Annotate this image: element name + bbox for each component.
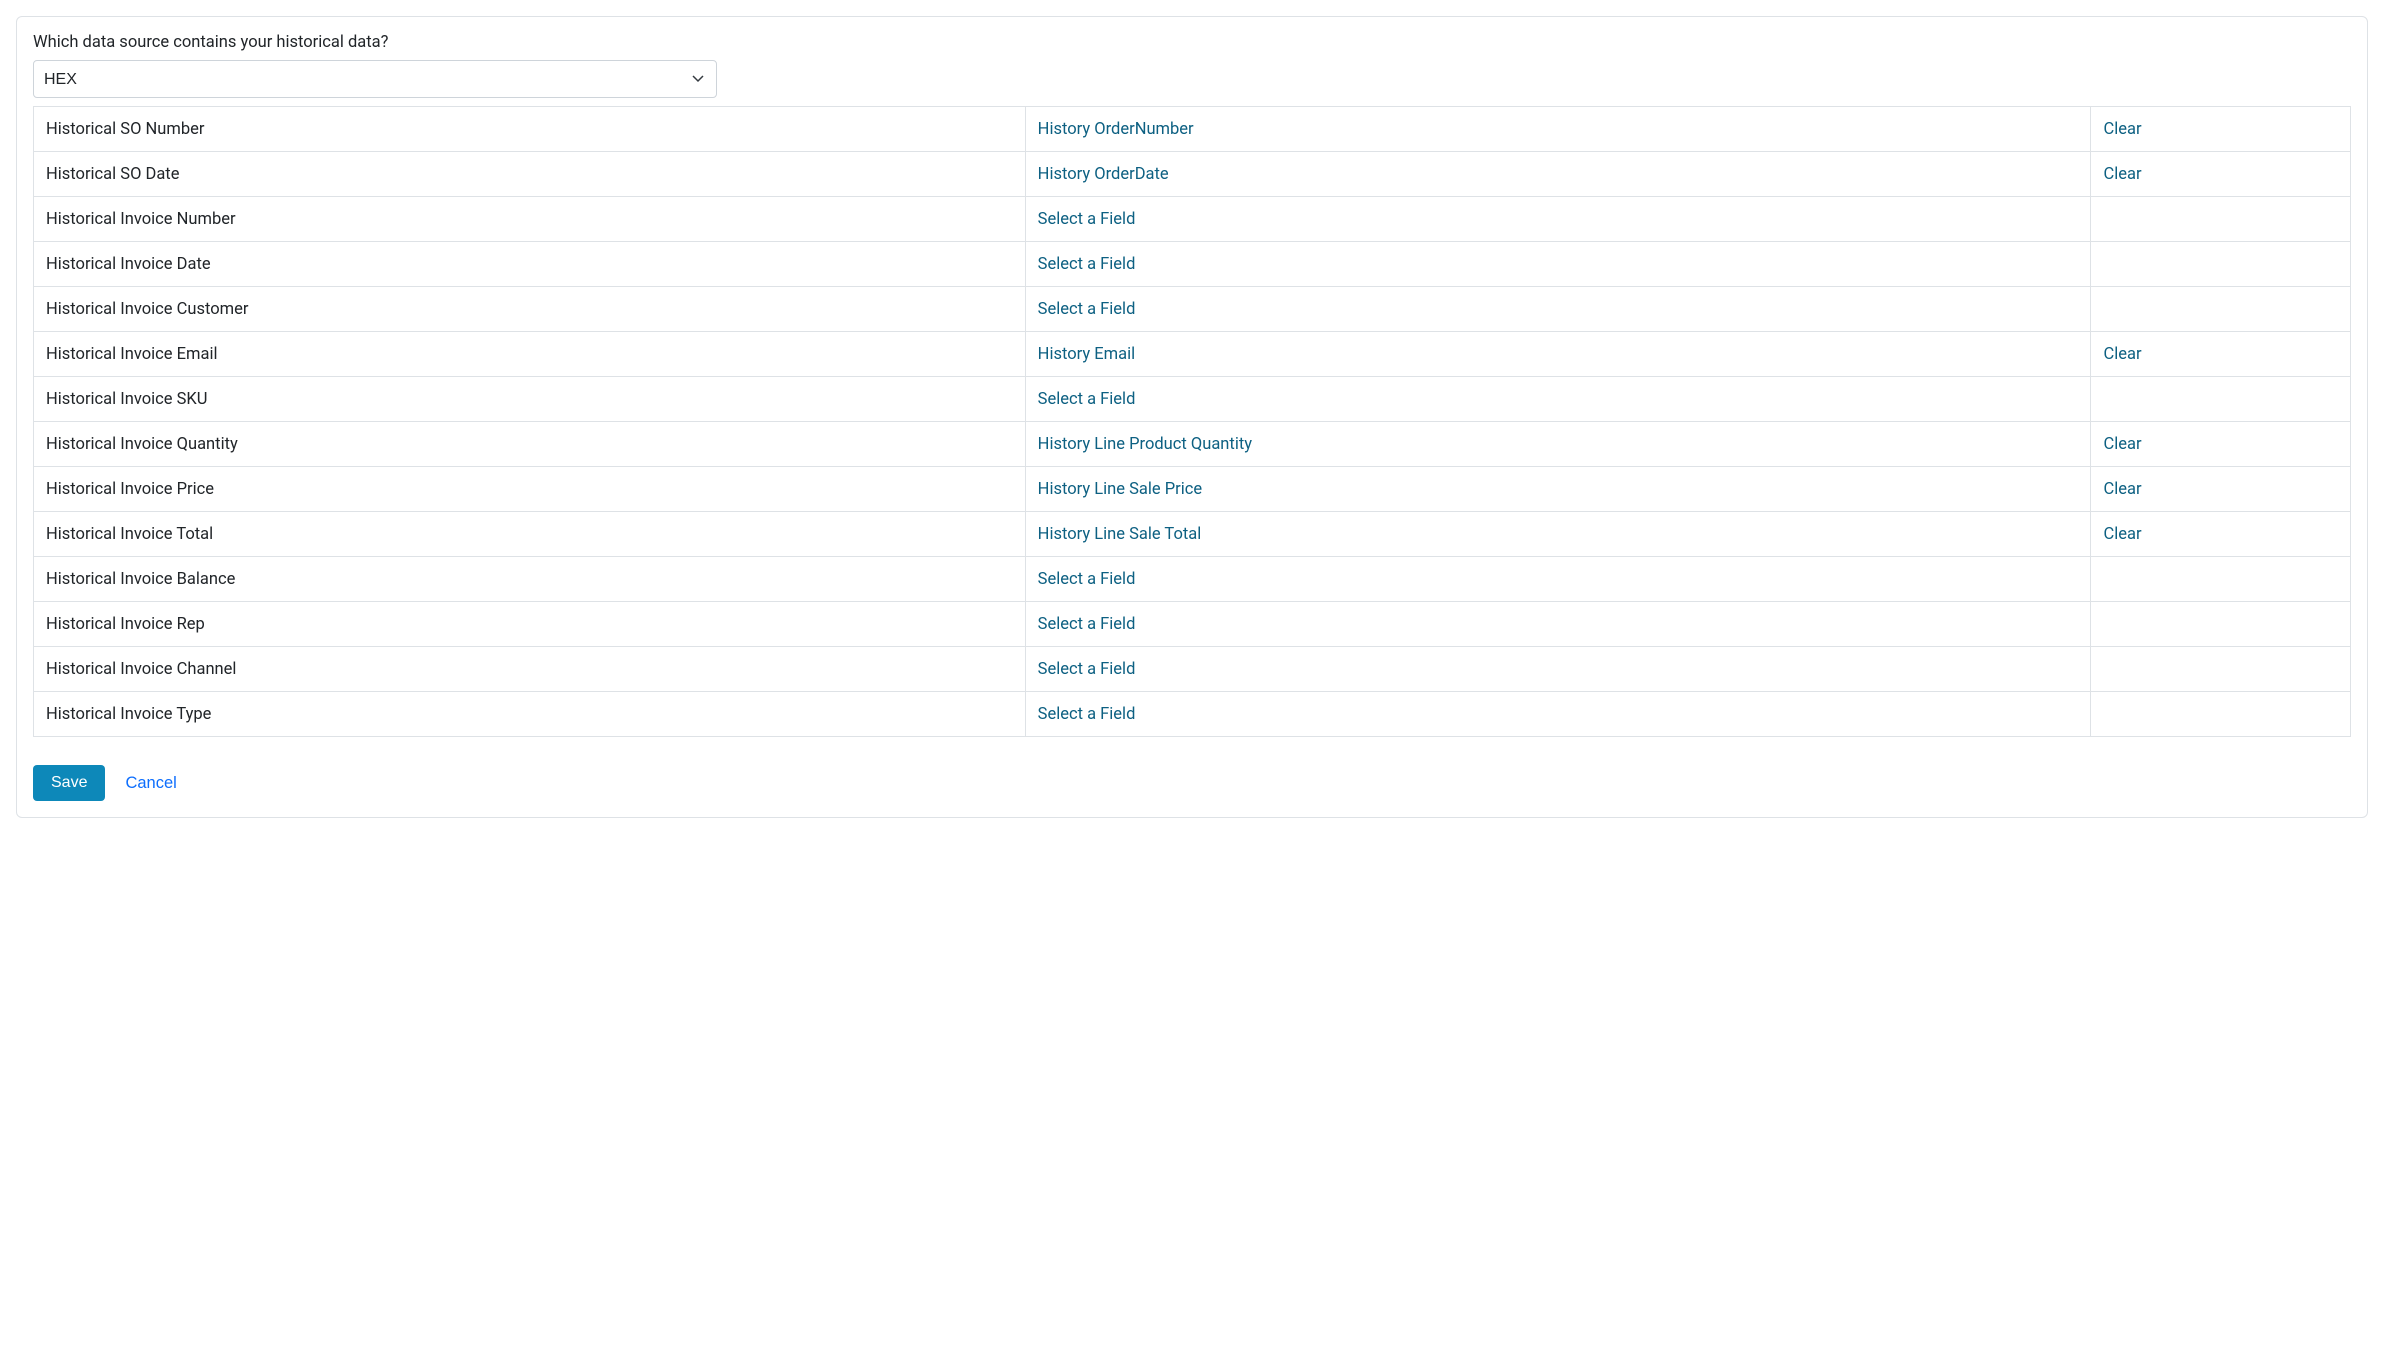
table-row: Historical Invoice Type Select a Field — [34, 692, 2351, 737]
field-label: Historical SO Number — [34, 107, 1026, 152]
field-select-link[interactable]: History Line Sale Total — [1038, 525, 1202, 544]
field-select-link[interactable]: History Email — [1038, 345, 1135, 364]
table-row: Historical Invoice SKU Select a Field — [34, 377, 2351, 422]
clear-link[interactable]: Clear — [2103, 435, 2141, 454]
clear-cell: Clear — [2091, 512, 2351, 557]
field-value-cell: Select a Field — [1025, 602, 2091, 647]
field-select-link[interactable]: History Line Product Quantity — [1038, 435, 1252, 454]
table-row: Historical Invoice Number Select a Field — [34, 197, 2351, 242]
table-row: Historical Invoice Balance Select a Field — [34, 557, 2351, 602]
field-select-link[interactable]: Select a Field — [1038, 390, 1136, 409]
clear-link[interactable]: Clear — [2103, 480, 2141, 499]
field-select-link[interactable]: History Line Sale Price — [1038, 480, 1202, 499]
field-label: Historical Invoice Rep — [34, 602, 1026, 647]
field-select-link[interactable]: Select a Field — [1038, 660, 1136, 679]
table-row: Historical SO Number History OrderNumber C… — [34, 107, 2351, 152]
field-value-cell: History Line Product Quantity — [1025, 422, 2091, 467]
clear-link[interactable]: Clear — [2103, 345, 2141, 364]
clear-cell — [2091, 647, 2351, 692]
data-source-select[interactable]: HEX — [33, 60, 717, 98]
data-source-prompt: Which data source contains your historic… — [33, 33, 2351, 52]
field-value-cell: Select a Field — [1025, 287, 2091, 332]
field-label: Historical Invoice SKU — [34, 377, 1026, 422]
field-value-cell: Select a Field — [1025, 242, 2091, 287]
clear-link[interactable]: Clear — [2103, 525, 2141, 544]
field-value-cell: History OrderNumber — [1025, 107, 2091, 152]
field-label: Historical Invoice Number — [34, 197, 1026, 242]
save-button[interactable]: Save — [33, 765, 105, 801]
clear-cell: Clear — [2091, 107, 2351, 152]
field-select-link[interactable]: Select a Field — [1038, 705, 1136, 724]
field-value-cell: Select a Field — [1025, 377, 2091, 422]
table-row: Historical Invoice Customer Select a Fiel… — [34, 287, 2351, 332]
field-select-link[interactable]: Select a Field — [1038, 210, 1136, 229]
table-row: Historical Invoice Rep Select a Field — [34, 602, 2351, 647]
table-row: Historical Invoice Quantity History Line … — [34, 422, 2351, 467]
clear-cell — [2091, 692, 2351, 737]
field-value-cell: History OrderDate — [1025, 152, 2091, 197]
clear-cell: Clear — [2091, 332, 2351, 377]
field-label: Historical Invoice Channel — [34, 647, 1026, 692]
table-row: Historical SO Date History OrderDate Clear — [34, 152, 2351, 197]
table-row: Historical Invoice Date Select a Field — [34, 242, 2351, 287]
historical-data-panel: Which data source contains your historic… — [16, 16, 2368, 818]
field-select-link[interactable]: Select a Field — [1038, 615, 1136, 634]
field-value-cell: Select a Field — [1025, 647, 2091, 692]
table-row: Historical Invoice Price History Line Sal… — [34, 467, 2351, 512]
field-value-cell: History Line Sale Price — [1025, 467, 2091, 512]
field-value-cell: History Email — [1025, 332, 2091, 377]
clear-link[interactable]: Clear — [2103, 120, 2141, 139]
field-label: Historical Invoice Date — [34, 242, 1026, 287]
field-mapping-table: Historical SO Number History OrderNumber C… — [33, 106, 2351, 737]
clear-cell — [2091, 242, 2351, 287]
field-label: Historical SO Date — [34, 152, 1026, 197]
field-label: Historical Invoice Email — [34, 332, 1026, 377]
field-select-link[interactable]: Select a Field — [1038, 255, 1136, 274]
clear-cell — [2091, 602, 2351, 647]
table-row: Historical Invoice Total History Line Sal… — [34, 512, 2351, 557]
clear-cell — [2091, 197, 2351, 242]
field-value-cell: History Line Sale Total — [1025, 512, 2091, 557]
clear-cell: Clear — [2091, 467, 2351, 512]
field-value-cell: Select a Field — [1025, 197, 2091, 242]
field-label: Historical Invoice Price — [34, 467, 1026, 512]
field-label: Historical Invoice Customer — [34, 287, 1026, 332]
field-select-link[interactable]: History OrderNumber — [1038, 120, 1194, 139]
form-footer: Save Cancel — [33, 765, 2351, 801]
table-row: Historical Invoice Email History Email Cle… — [34, 332, 2351, 377]
clear-cell — [2091, 557, 2351, 602]
clear-cell — [2091, 377, 2351, 422]
cancel-button[interactable]: Cancel — [125, 774, 176, 793]
table-row: Historical Invoice Channel Select a Field — [34, 647, 2351, 692]
clear-cell: Clear — [2091, 152, 2351, 197]
field-value-cell: Select a Field — [1025, 557, 2091, 602]
field-value-cell: Select a Field — [1025, 692, 2091, 737]
clear-link[interactable]: Clear — [2103, 165, 2141, 184]
clear-cell — [2091, 287, 2351, 332]
clear-cell: Clear — [2091, 422, 2351, 467]
field-select-link[interactable]: Select a Field — [1038, 570, 1136, 589]
field-label: Historical Invoice Quantity — [34, 422, 1026, 467]
field-label: Historical Invoice Type — [34, 692, 1026, 737]
field-select-link[interactable]: History OrderDate — [1038, 165, 1169, 184]
field-select-link[interactable]: Select a Field — [1038, 300, 1136, 319]
field-label: Historical Invoice Total — [34, 512, 1026, 557]
field-label: Historical Invoice Balance — [34, 557, 1026, 602]
